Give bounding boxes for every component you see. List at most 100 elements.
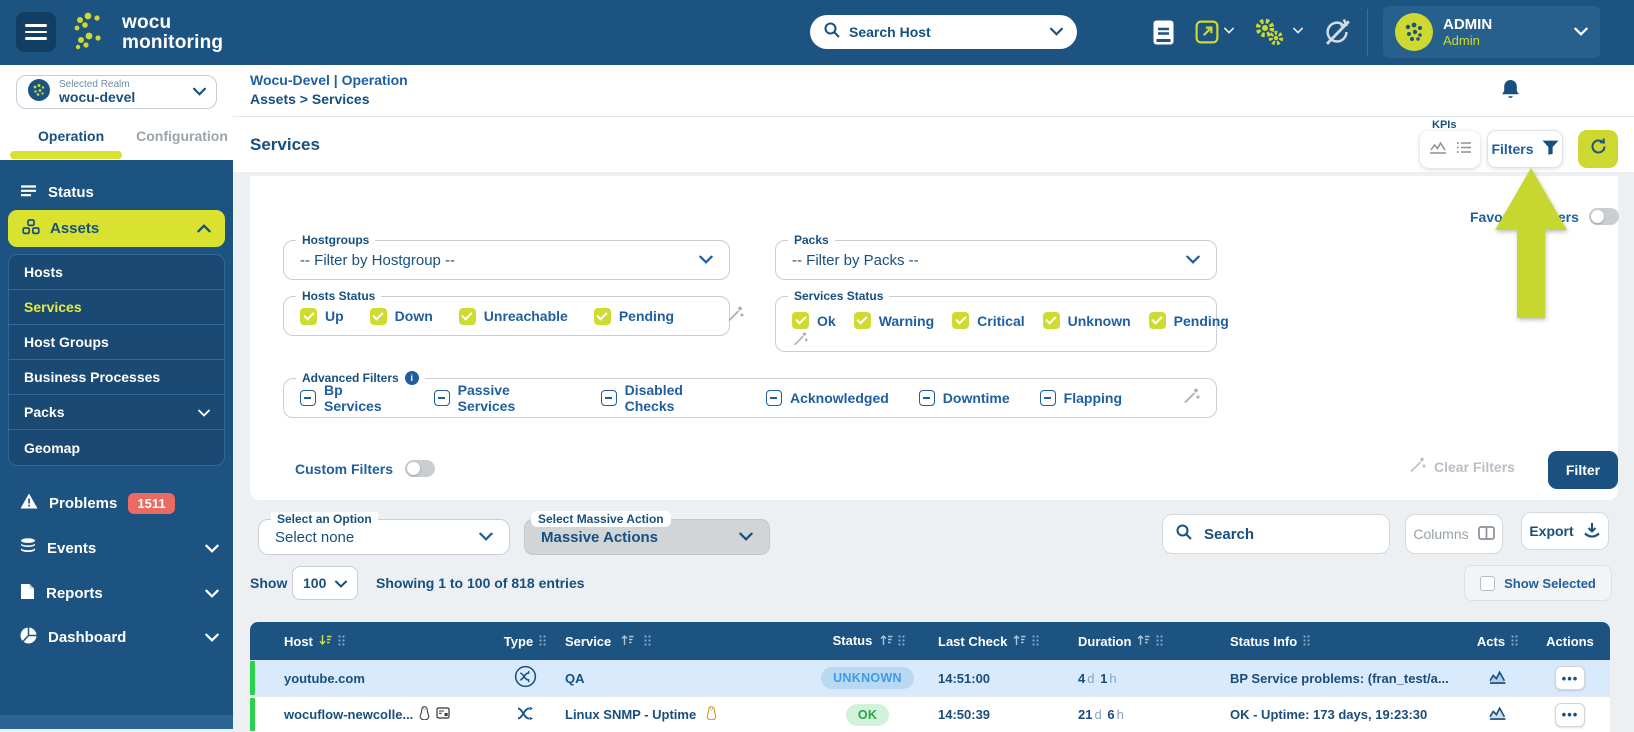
checkbox-pending-services[interactable]: Pending xyxy=(1149,312,1229,329)
sidebar-item-services[interactable]: Services xyxy=(9,290,224,325)
column-header-type[interactable]: Type xyxy=(490,634,560,649)
entries-summary-prefix: Showing 1 to xyxy=(376,575,463,591)
sidebar-item-dashboard[interactable]: Dashboard xyxy=(0,620,233,654)
drag-grip-icon[interactable] xyxy=(1511,634,1518,649)
magic-wand-icon[interactable] xyxy=(726,305,744,328)
drag-grip-icon[interactable] xyxy=(1303,634,1310,649)
graph-acts-icon[interactable] xyxy=(1489,706,1506,723)
massive-actions-dropdown[interactable]: Select Massive Action Massive Actions xyxy=(524,519,770,555)
checkbox-up[interactable]: Up xyxy=(300,308,344,325)
table-row[interactable]: youtube.com QA UNKNOWN 14:51:00 4d 1h BP… xyxy=(250,660,1610,696)
sidebar-item-hosts[interactable]: Hosts xyxy=(9,255,224,290)
row-actions-button[interactable]: ••• xyxy=(1555,666,1585,690)
page-size-select[interactable]: 100 xyxy=(292,566,358,600)
drag-grip-icon[interactable] xyxy=(644,634,651,649)
packs-select[interactable]: Packs -- Filter by Packs -- xyxy=(775,240,1217,280)
sidebar-item-status[interactable]: Status xyxy=(0,175,233,209)
favourite-filters-toggle[interactable] xyxy=(1589,208,1619,225)
checkbox-down[interactable]: Down xyxy=(370,308,433,325)
sidebar-item-host-groups[interactable]: Host Groups xyxy=(9,325,224,360)
sidebar-item-assets[interactable]: Assets xyxy=(8,210,225,247)
checkbox-passive-services[interactable]: Passive Services xyxy=(434,382,571,414)
columns-button[interactable]: Columns xyxy=(1405,514,1503,554)
column-header-status[interactable]: Status xyxy=(815,634,920,649)
hostgroups-select[interactable]: Hostgroups -- Filter by Hostgroup -- xyxy=(283,240,730,280)
checkbox-ok[interactable]: Ok xyxy=(792,312,836,329)
graph-acts-icon[interactable] xyxy=(1489,670,1506,687)
clear-filters-button[interactable]: Clear Filters xyxy=(1408,456,1515,477)
filters-button[interactable]: Filters xyxy=(1487,130,1563,168)
refresh-button[interactable] xyxy=(1578,130,1618,168)
checkbox-acknowledged[interactable]: Acknowledged xyxy=(766,390,889,406)
docs-book-icon[interactable] xyxy=(1153,20,1174,45)
column-header-acts[interactable]: Acts xyxy=(1465,634,1530,649)
checked-checkbox xyxy=(854,312,871,329)
tab-operation[interactable]: Operation xyxy=(0,128,104,144)
breadcrumb-context[interactable]: Wocu-Devel | Operation xyxy=(250,72,408,88)
entries-summary-total: 818 xyxy=(511,575,534,591)
settings-gears-icon[interactable] xyxy=(1252,16,1286,48)
realm-selector[interactable]: Selected Realm wocu-devel xyxy=(16,75,217,109)
host-search-select[interactable]: Search Host xyxy=(810,15,1077,49)
column-header-duration[interactable]: Duration xyxy=(1060,634,1200,649)
checkbox-warning[interactable]: Warning xyxy=(854,312,934,329)
host-name[interactable]: youtube.com xyxy=(284,671,365,686)
sidebar-item-packs[interactable]: Packs xyxy=(9,395,224,430)
info-icon[interactable]: i xyxy=(405,371,419,385)
host-name[interactable]: wocuflow-newcolle... xyxy=(284,707,413,722)
kpi-list-icon[interactable] xyxy=(1456,141,1472,159)
sidebar-item-reports[interactable]: Reports xyxy=(0,576,233,610)
drag-grip-icon[interactable] xyxy=(338,634,345,649)
tab-configuration[interactable]: Configuration xyxy=(104,128,228,144)
column-header-service[interactable]: Service xyxy=(560,634,815,649)
select-option-dropdown[interactable]: Select an Option Select none xyxy=(258,519,510,555)
export-button[interactable]: Export xyxy=(1521,512,1609,550)
show-selected-checkbox[interactable]: Show Selected xyxy=(1464,565,1612,601)
kpi-chart-icon[interactable] xyxy=(1429,140,1447,159)
duration-value: 4d 1h xyxy=(1078,671,1119,686)
sidebar-item-business-processes[interactable]: Business Processes xyxy=(9,360,224,395)
apply-filter-button[interactable]: Filter xyxy=(1548,451,1618,489)
drag-grip-icon[interactable] xyxy=(539,634,546,649)
column-header-last-check[interactable]: Last Check xyxy=(920,634,1060,649)
drag-grip-icon[interactable] xyxy=(1032,634,1039,649)
drag-grip-icon[interactable] xyxy=(1156,634,1163,649)
drag-grip-icon[interactable] xyxy=(898,634,905,649)
select-option-value: Select none xyxy=(275,529,479,546)
breadcrumb[interactable]: Assets > Services xyxy=(250,91,369,107)
checkbox-unknown[interactable]: Unknown xyxy=(1043,312,1131,329)
table-row[interactable]: wocuflow-newcolle... Linux SNMP - Uptime… xyxy=(250,696,1610,732)
checkbox-bp-services[interactable]: Bp Services xyxy=(300,382,404,414)
sidebar-item-events[interactable]: Events xyxy=(0,531,233,565)
custom-filters-toggle[interactable] xyxy=(405,460,435,477)
auto-refresh-disabled-icon[interactable] xyxy=(1322,17,1352,47)
sidebar-item-label: Hosts xyxy=(24,264,210,280)
service-name[interactable]: QA xyxy=(565,671,585,686)
checkbox-unreachable[interactable]: Unreachable xyxy=(459,308,568,325)
chevron-down-icon[interactable] xyxy=(1224,27,1234,34)
massive-actions-value: Massive Actions xyxy=(541,529,739,546)
search-input[interactable] xyxy=(1202,525,1376,544)
checkbox-disabled-checks[interactable]: Disabled Checks xyxy=(601,382,736,414)
row-actions-button[interactable]: ••• xyxy=(1555,703,1585,727)
services-status-label: Services Status xyxy=(788,289,889,303)
external-link-icon[interactable] xyxy=(1195,20,1219,44)
chevron-down-icon[interactable] xyxy=(1293,27,1303,34)
magic-wand-icon[interactable] xyxy=(1182,387,1200,410)
sidebar-item-geomap[interactable]: Geomap xyxy=(9,430,224,465)
checkbox-critical[interactable]: Critical xyxy=(952,312,1024,329)
checkbox-pending-hosts[interactable]: Pending xyxy=(594,308,674,325)
service-name[interactable]: Linux SNMP - Uptime xyxy=(565,707,696,722)
magic-wand-icon[interactable] xyxy=(792,334,808,351)
user-menu[interactable]: ADMIN Admin xyxy=(1383,6,1600,58)
chevron-down-icon xyxy=(1050,23,1063,41)
hamburger-menu-button[interactable] xyxy=(16,12,56,52)
advanced-filters-group: Advanced Filters i Bp Services Passive S… xyxy=(283,378,1217,418)
sidebar-item-problems[interactable]: Problems 1511 xyxy=(0,486,233,520)
column-header-status-info[interactable]: Status Info xyxy=(1200,634,1465,649)
clear-filters-label: Clear Filters xyxy=(1434,459,1515,475)
checkbox-downtime[interactable]: Downtime xyxy=(919,390,1010,406)
column-header-host[interactable]: Host xyxy=(250,634,490,649)
notifications-bell-icon[interactable] xyxy=(1500,78,1521,107)
checkbox-flapping[interactable]: Flapping xyxy=(1040,390,1122,406)
